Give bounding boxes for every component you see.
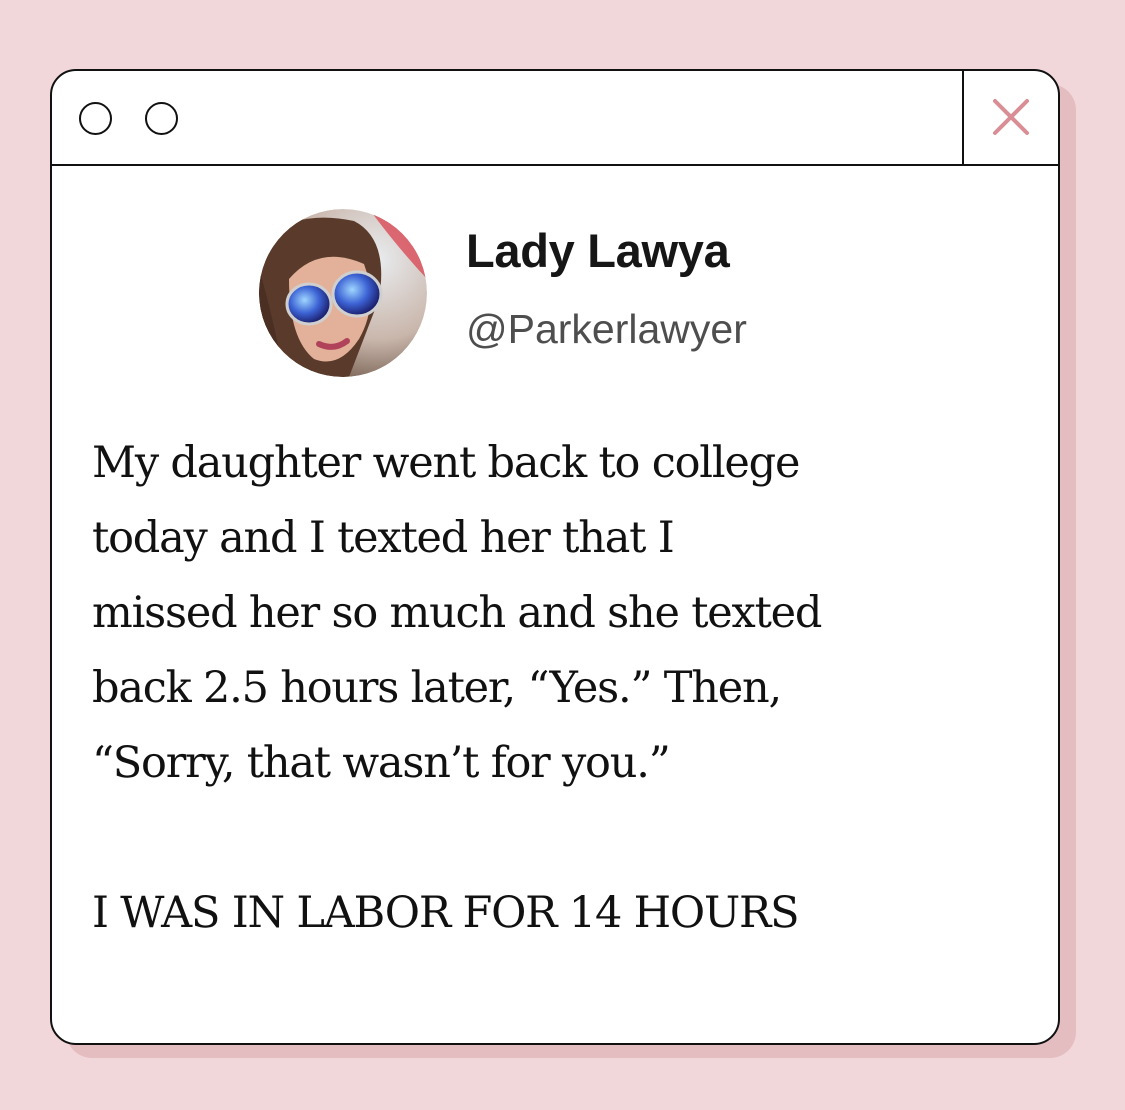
post-line: today and I texted her that I	[92, 513, 675, 563]
close-icon	[993, 99, 1029, 135]
close-button[interactable]	[962, 71, 1058, 164]
profile-handle[interactable]: @Parkerlawyer	[466, 306, 747, 353]
post-shout-line: I WAS IN LABOR FOR 14 HOURS	[92, 888, 800, 938]
post-text: My daughter went back to college today a…	[92, 426, 1042, 951]
post-line: My daughter went back to college	[92, 438, 800, 488]
post-line: “Sorry, that wasn’t for you.”	[92, 738, 671, 788]
window: Lady Lawya @Parkerlawyer My daughter wen…	[50, 69, 1060, 1045]
profile-name[interactable]: Lady Lawya	[466, 223, 730, 278]
circle-button-icon[interactable]	[145, 102, 178, 135]
circle-button-icon[interactable]	[79, 102, 112, 135]
post-line: missed her so much and she texted	[92, 588, 822, 638]
title-bar	[52, 71, 1058, 166]
post-line: back 2.5 hours later, “Yes.” Then,	[92, 663, 782, 713]
avatar[interactable]	[259, 209, 427, 377]
